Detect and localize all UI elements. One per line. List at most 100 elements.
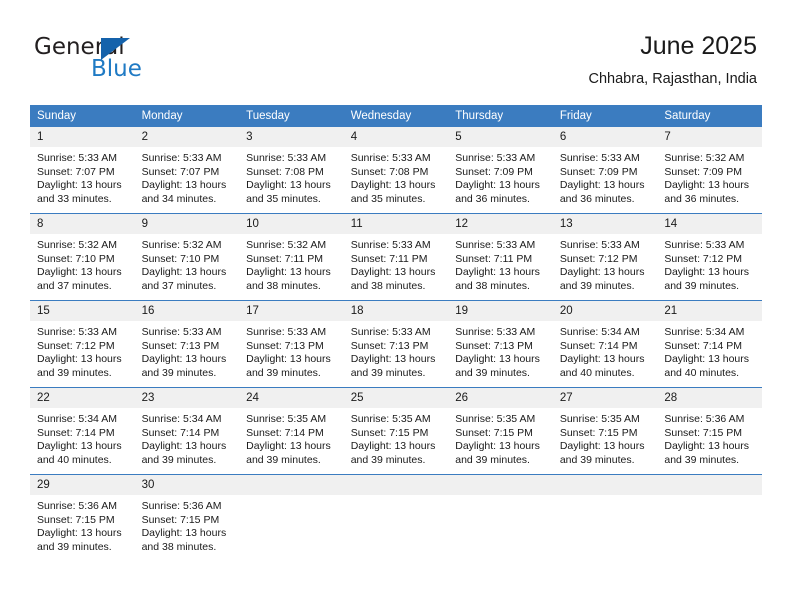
sunrise-text: Sunrise: 5:32 AM: [141, 239, 222, 251]
daylight-text-line2: and 38 minutes.: [455, 279, 530, 292]
logo-text-blue: Blue: [91, 56, 142, 82]
calendar-week-row: 15 Sunrise: 5:33 AM Sunset: 7:12 PM Dayligh…: [30, 300, 762, 388]
calendar-day-cell[interactable]: 12 Sunrise: 5:33 AM Sunset: 7:11 PM Dayligh…: [448, 213, 553, 301]
calendar-day-cell[interactable]: 7 Sunrise: 5:32 AM Sunset: 7:09 PM Daylight…: [657, 127, 762, 214]
sunrise-text: Sunrise: 5:33 AM: [246, 326, 327, 338]
calendar-day-cell[interactable]: 23 Sunrise: 5:34 AM Sunset: 7:14 PM Dayligh…: [134, 387, 240, 475]
day-details: Sunrise: 5:33 AM Sunset: 7:11 PM Daylight:…: [344, 234, 449, 293]
sunrise-text: Sunrise: 5:35 AM: [559, 413, 640, 425]
calendar-week-row: 29 Sunrise: 5:36 AM Sunset: 7:15 PM Dayligh…: [30, 474, 762, 561]
day-details: Sunrise: 5:32 AM Sunset: 7:10 PM Daylight:…: [135, 234, 240, 293]
daylight-text-line2: and 40 minutes.: [664, 366, 740, 379]
sunrise-text: Sunrise: 5:33 AM: [664, 239, 745, 251]
calendar-day-cell[interactable]: 15 Sunrise: 5:33 AM Sunset: 7:12 PM Dayligh…: [30, 300, 135, 388]
daylight-text-line1: Daylight: 13 hours: [37, 266, 122, 279]
sunrise-text: Sunrise: 5:34 AM: [559, 326, 640, 338]
calendar-day-cell[interactable]: 26 Sunrise: 5:35 AM Sunset: 7:15 PM Dayligh…: [448, 387, 553, 475]
sunrise-text: Sunrise: 5:33 AM: [350, 239, 431, 251]
calendar-day-cell[interactable]: 30 Sunrise: 5:36 AM Sunset: 7:15 PM Dayligh…: [134, 474, 240, 561]
calendar-day-cell[interactable]: 11 Sunrise: 5:33 AM Sunset: 7:11 PM Dayligh…: [343, 213, 449, 301]
calendar-day-cell[interactable]: 17 Sunrise: 5:33 AM Sunset: 7:13 PM Dayligh…: [239, 300, 344, 388]
day-number: 24: [239, 388, 344, 408]
daylight-text-line2: and 39 minutes.: [350, 453, 426, 466]
sunrise-text: Sunrise: 5:34 AM: [141, 413, 222, 425]
daylight-text-line2: and 35 minutes.: [350, 192, 426, 205]
weekday-header-sunday: Sunday: [30, 105, 135, 127]
sunrise-text: Sunrise: 5:32 AM: [664, 152, 745, 164]
daylight-text-line2: and 39 minutes.: [664, 453, 740, 466]
daylight-text-line1: Daylight: 13 hours: [350, 440, 436, 453]
day-number: 18: [343, 301, 449, 321]
daylight-text-line1: Daylight: 13 hours: [37, 440, 122, 453]
sunrise-text: Sunrise: 5:33 AM: [37, 152, 117, 164]
day-number: 21: [657, 301, 762, 321]
calendar-day-cell[interactable]: 1 Sunrise: 5:33 AM Sunset: 7:07 PM Daylight…: [30, 127, 135, 214]
day-number: 3: [239, 127, 344, 147]
day-number: 5: [448, 127, 553, 147]
calendar-day-cell[interactable]: 18 Sunrise: 5:33 AM Sunset: 7:13 PM Dayligh…: [343, 300, 449, 388]
general-blue-logo[interactable]: General Blue: [34, 34, 254, 90]
calendar-day-cell[interactable]: 16 Sunrise: 5:33 AM Sunset: 7:13 PM Dayligh…: [134, 300, 240, 388]
sunrise-text: Sunrise: 5:34 AM: [664, 326, 745, 338]
calendar-day-cell[interactable]: 9 Sunrise: 5:32 AM Sunset: 7:10 PM Daylight…: [134, 213, 240, 301]
day-number: 6: [552, 127, 658, 147]
calendar-day-cell[interactable]: 19 Sunrise: 5:33 AM Sunset: 7:13 PM Dayligh…: [448, 300, 553, 388]
calendar-day-cell[interactable]: 29 Sunrise: 5:36 AM Sunset: 7:15 PM Dayligh…: [30, 474, 135, 561]
daylight-text-line2: and 36 minutes.: [455, 192, 530, 205]
daylight-text-line2: and 35 minutes.: [246, 192, 321, 205]
sunrise-text: Sunrise: 5:36 AM: [664, 413, 745, 425]
day-details: Sunrise: 5:33 AM Sunset: 7:08 PM Daylight:…: [239, 147, 344, 206]
calendar-day-cell[interactable]: 4 Sunrise: 5:33 AM Sunset: 7:08 PM Daylight…: [343, 127, 449, 214]
day-number: 1: [30, 127, 135, 147]
daylight-text-line1: Daylight: 13 hours: [350, 266, 436, 279]
daylight-text-line2: and 38 minutes.: [350, 279, 426, 292]
sunset-text: Sunset: 7:07 PM: [141, 165, 220, 178]
calendar-day-cell[interactable]: 14 Sunrise: 5:33 AM Sunset: 7:12 PM Dayligh…: [657, 213, 762, 301]
calendar-day-cell[interactable]: 13 Sunrise: 5:33 AM Sunset: 7:12 PM Dayligh…: [552, 213, 658, 301]
calendar-day-cell[interactable]: 20 Sunrise: 5:34 AM Sunset: 7:14 PM Dayligh…: [552, 300, 658, 388]
daylight-text-line2: and 39 minutes.: [455, 366, 530, 379]
day-details: Sunrise: 5:33 AM Sunset: 7:11 PM Daylight:…: [448, 234, 553, 293]
daylight-text-line2: and 36 minutes.: [559, 192, 635, 205]
calendar-day-cell[interactable]: 22 Sunrise: 5:34 AM Sunset: 7:14 PM Dayligh…: [30, 387, 135, 475]
daylight-text-line2: and 38 minutes.: [141, 540, 217, 553]
calendar-day-cell[interactable]: 6 Sunrise: 5:33 AM Sunset: 7:09 PM Daylight…: [552, 127, 658, 214]
day-details: Sunrise: 5:36 AM Sunset: 7:15 PM Daylight:…: [657, 408, 762, 467]
sunrise-text: Sunrise: 5:35 AM: [350, 413, 431, 425]
calendar-page: General Blue June 2025 Chhabra, Rajastha…: [0, 0, 792, 612]
sunset-text: Sunset: 7:14 PM: [664, 339, 743, 352]
calendar-day-cell[interactable]: 3 Sunrise: 5:33 AM Sunset: 7:08 PM Daylight…: [239, 127, 344, 214]
calendar-day-cell[interactable]: 2 Sunrise: 5:33 AM Sunset: 7:07 PM Daylight…: [134, 127, 240, 214]
daylight-text-line1: Daylight: 13 hours: [37, 527, 122, 540]
day-number: [448, 475, 553, 495]
calendar-day-cell[interactable]: 10 Sunrise: 5:32 AM Sunset: 7:11 PM Dayligh…: [239, 213, 344, 301]
calendar-day-cell[interactable]: 25 Sunrise: 5:35 AM Sunset: 7:15 PM Dayligh…: [343, 387, 449, 475]
calendar-day-cell[interactable]: 28 Sunrise: 5:36 AM Sunset: 7:15 PM Dayligh…: [657, 387, 762, 475]
sunset-text: Sunset: 7:15 PM: [664, 426, 743, 439]
day-number: 8: [30, 214, 135, 234]
daylight-text-line1: Daylight: 13 hours: [559, 179, 645, 192]
sunset-text: Sunset: 7:15 PM: [559, 426, 638, 439]
sunset-text: Sunset: 7:15 PM: [37, 513, 115, 526]
daylight-text-line2: and 39 minutes.: [559, 279, 635, 292]
daylight-text-line1: Daylight: 13 hours: [455, 440, 540, 453]
calendar-day-cell[interactable]: 21 Sunrise: 5:34 AM Sunset: 7:14 PM Dayligh…: [657, 300, 762, 388]
sunset-text: Sunset: 7:09 PM: [559, 165, 638, 178]
day-details: Sunrise: 5:35 AM Sunset: 7:15 PM Daylight:…: [344, 408, 449, 467]
day-details: Sunrise: 5:33 AM Sunset: 7:07 PM Daylight:…: [30, 147, 135, 206]
day-number: 7: [657, 127, 762, 147]
sunset-text: Sunset: 7:15 PM: [455, 426, 533, 439]
daylight-text-line2: and 40 minutes.: [37, 453, 112, 466]
sunset-text: Sunset: 7:11 PM: [246, 252, 323, 265]
day-details: Sunrise: 5:34 AM Sunset: 7:14 PM Daylight:…: [657, 321, 762, 380]
daylight-text-line2: and 38 minutes.: [246, 279, 321, 292]
daylight-text-line1: Daylight: 13 hours: [246, 179, 331, 192]
daylight-text-line2: and 40 minutes.: [559, 366, 635, 379]
sunrise-text: Sunrise: 5:36 AM: [37, 500, 117, 512]
day-details: Sunrise: 5:32 AM Sunset: 7:11 PM Daylight:…: [239, 234, 344, 293]
daylight-text-line2: and 39 minutes.: [141, 366, 217, 379]
calendar-day-cell[interactable]: 27 Sunrise: 5:35 AM Sunset: 7:15 PM Dayligh…: [552, 387, 658, 475]
calendar-day-cell[interactable]: 8 Sunrise: 5:32 AM Sunset: 7:10 PM Daylight…: [30, 213, 135, 301]
calendar-day-cell[interactable]: 5 Sunrise: 5:33 AM Sunset: 7:09 PM Daylight…: [448, 127, 553, 214]
calendar-day-cell[interactable]: 24 Sunrise: 5:35 AM Sunset: 7:14 PM Dayligh…: [239, 387, 344, 475]
